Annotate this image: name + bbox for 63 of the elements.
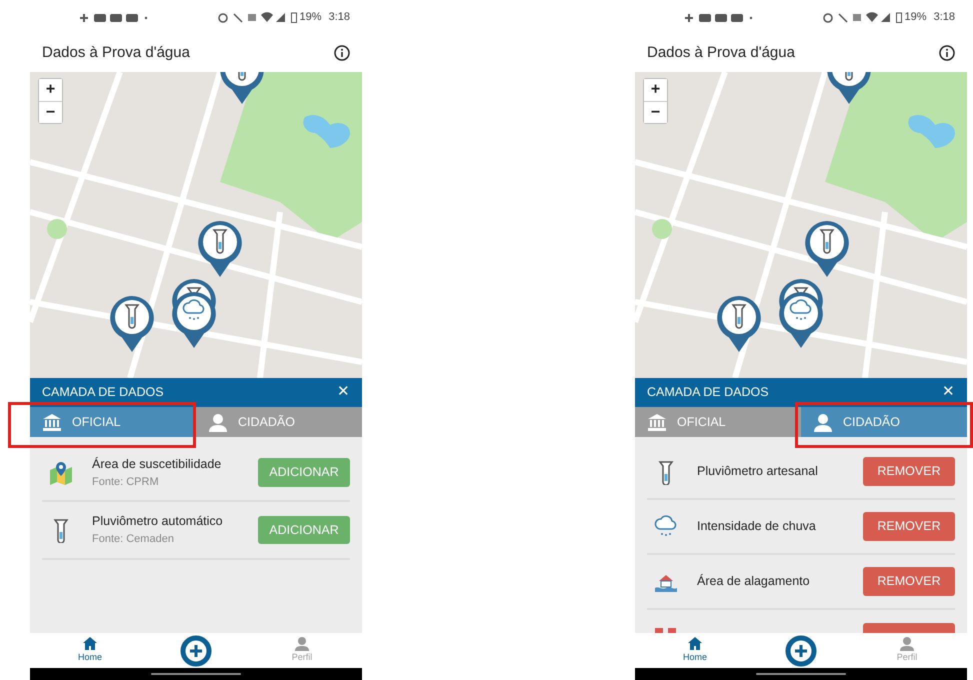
layer-name: Pluviômetro automático: [92, 513, 224, 530]
person-icon: [294, 636, 310, 652]
add-layer-button[interactable]: ADICIONAR: [258, 516, 350, 544]
rain-map-marker: [777, 290, 825, 350]
person-icon: [208, 412, 228, 432]
roundabout-area: [652, 219, 672, 239]
bank-icon: [647, 412, 667, 432]
bank-icon: [42, 412, 62, 432]
map-placeholder[interactable]: + −: [635, 72, 967, 378]
close-button[interactable]: ✕: [942, 381, 955, 404]
battery-icon: [290, 12, 297, 23]
zoom-out-button[interactable]: −: [644, 101, 667, 123]
gesture-handle[interactable]: [151, 673, 241, 675]
status-icons-drawing: [218, 12, 288, 23]
info-icon: [939, 45, 955, 62]
lake-area: [908, 115, 955, 148]
lake-area: [303, 115, 350, 148]
app-title: Dados à Prova d'água: [42, 43, 190, 64]
notification-icons-drawing: [78, 12, 150, 22]
layer-name: Área de alagamento: [697, 573, 811, 590]
home-tab[interactable]: Home: [60, 636, 120, 665]
panel-title: CAMADA DE DADOS: [647, 384, 769, 402]
map-pin-icon: [48, 460, 74, 486]
rain-gauge-map-marker: [108, 294, 156, 354]
app-title: Dados à Prova d'água: [647, 43, 795, 64]
profile-tab[interactable]: Perfil: [272, 636, 332, 665]
remove-layer-button[interactable]: REMOVER: [863, 567, 955, 596]
layer-name: Intensidade de chuva: [697, 518, 817, 536]
info-icon: [334, 45, 350, 62]
battery-icon: [896, 12, 902, 23]
panel-title: CAMADA DE DADOS: [42, 384, 164, 402]
layer-name: Pluviômetro artesanal: [697, 463, 819, 480]
clock-time: 3:18: [934, 10, 955, 26]
add-button[interactable]: [785, 634, 817, 666]
remove-layer-button[interactable]: REMOVER: [863, 457, 955, 486]
home-icon: [687, 636, 703, 652]
remove-layer-button[interactable]: REMOVER: [863, 512, 955, 541]
close-button[interactable]: ✕: [337, 381, 350, 404]
layer-source: Fonte: CPRM: [92, 474, 160, 490]
clock-time: 3:18: [328, 10, 350, 26]
person-icon: [899, 636, 915, 652]
notification-icons-drawing: [683, 12, 755, 22]
roundabout-area: [47, 219, 67, 239]
home-icon: [82, 636, 98, 652]
gesture-handle[interactable]: [756, 673, 846, 675]
layer-tab[interactable]: CIDADÃO: [801, 407, 967, 437]
rain-map-marker: [170, 290, 218, 350]
battery-percentage: 19%: [904, 10, 927, 26]
status-icons-drawing: [822, 12, 893, 23]
profile-tab[interactable]: Perfil: [877, 636, 937, 665]
battery-percentage: 19%: [300, 10, 322, 26]
zoom-out-button[interactable]: −: [39, 101, 62, 123]
layer-source: Fonte: Cemaden: [92, 532, 175, 547]
layer-tab[interactable]: OFICIAL: [30, 407, 196, 437]
rain-gauge-map-marker: [715, 294, 763, 354]
add-button[interactable]: [180, 634, 212, 666]
layer-name: Área de suscetibilidade: [92, 456, 222, 473]
person-icon: [813, 412, 833, 432]
rain-gauge-map-marker: [196, 219, 244, 279]
add-layer-button[interactable]: ADICIONAR: [258, 458, 350, 487]
map-placeholder[interactable]: + −: [30, 72, 362, 378]
rain-gauge-map-marker: [803, 219, 851, 279]
home-tab[interactable]: Home: [665, 636, 725, 665]
